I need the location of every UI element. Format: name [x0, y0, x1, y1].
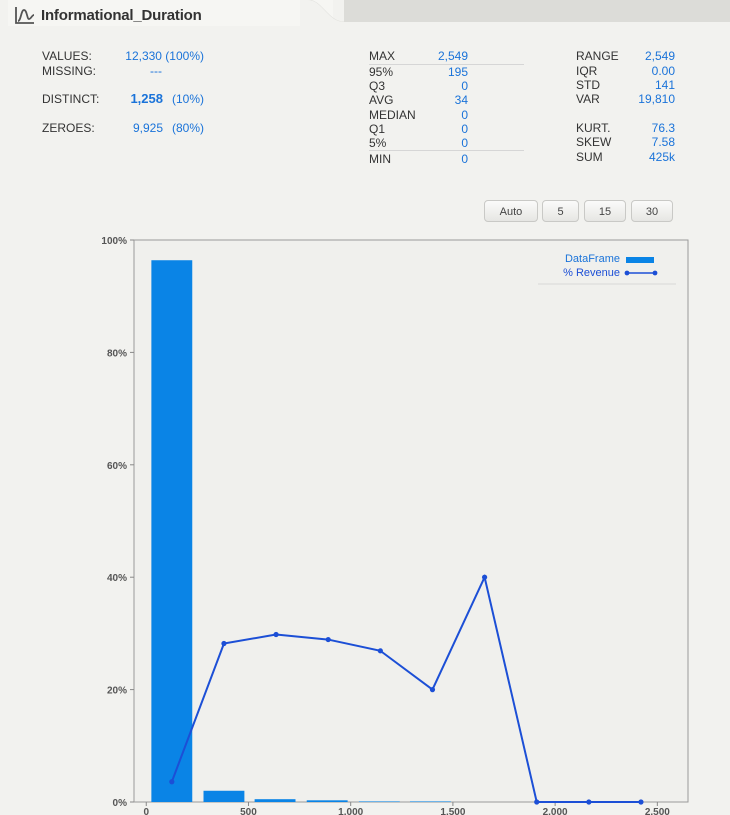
revenue-point — [586, 799, 592, 805]
legend-swatch-point — [624, 270, 630, 276]
y-tick-label: 60% — [107, 461, 127, 472]
revenue-point — [377, 648, 383, 654]
legend-swatch-bar — [626, 257, 654, 263]
revenue-point — [429, 687, 436, 693]
revenue-point — [638, 799, 644, 805]
histogram-bar — [151, 260, 193, 802]
revenue-point — [221, 640, 227, 647]
y-tick-label: 20% — [107, 686, 127, 697]
histogram-chart: 0% 20% 40% 60% 80% 100% 0 500 1,000 1,500 2,000 2,5… — [101, 236, 689, 815]
x-tick-label: 2,000 — [543, 807, 568, 815]
y-tick-label: 100% — [101, 236, 127, 247]
legend-label: % Revenue — [563, 267, 620, 279]
revenue-point — [325, 636, 331, 643]
legend-label: DataFrame — [565, 253, 620, 265]
x-tick-label: 2,500 — [645, 807, 670, 815]
histogram-bar — [254, 799, 296, 802]
histogram-bar — [358, 801, 400, 802]
revenue-point — [534, 799, 540, 805]
x-tick-label: 500 — [240, 807, 257, 815]
y-tick-label: 80% — [107, 348, 127, 359]
y-tick-label: 0% — [113, 798, 128, 809]
plot-area — [133, 239, 689, 803]
histogram-bar — [306, 800, 348, 802]
histogram-bar — [409, 801, 451, 802]
revenue-point — [481, 574, 488, 580]
y-tick-label: 40% — [107, 573, 127, 584]
histogram-bar — [203, 790, 245, 802]
legend-swatch-point — [652, 270, 658, 276]
x-tick-label: 1,000 — [338, 807, 363, 815]
x-tick-label: 0 — [143, 807, 149, 815]
x-tick-label: 1,500 — [440, 807, 465, 815]
revenue-point — [169, 779, 175, 785]
revenue-point — [273, 631, 279, 638]
